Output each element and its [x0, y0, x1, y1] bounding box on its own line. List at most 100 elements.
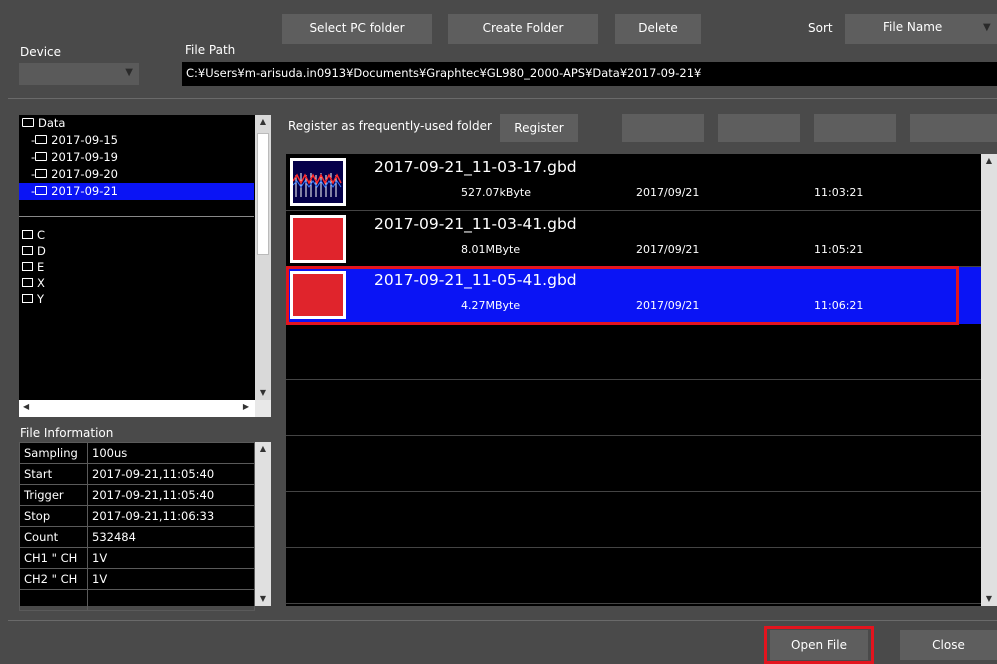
device-select[interactable]: ▼ [19, 63, 139, 85]
file-info-title: File Information [20, 426, 114, 440]
file-list-scrollbar[interactable]: ▲ ▼ [981, 154, 997, 606]
scroll-corner [255, 400, 271, 417]
create-folder-button[interactable]: Create Folder [448, 14, 598, 44]
folder-icon [35, 135, 48, 144]
drive-item-d[interactable]: D [19, 243, 254, 259]
scroll-up-icon[interactable]: ▲ [255, 442, 271, 456]
selection-highlight-box [286, 266, 959, 325]
register-label: Register as frequently-used folder [288, 119, 492, 133]
info-row: Sampling 100us [19, 442, 255, 464]
drive-icon [22, 246, 33, 255]
file-name: 2017-09-21_11-03-17.gbd [374, 158, 577, 176]
folder-icon [35, 152, 48, 161]
file-date: 2017/09/21 [636, 186, 700, 199]
empty-row [286, 548, 981, 604]
tree-vertical-scrollbar[interactable]: ▲ ▼ [255, 115, 271, 400]
scroll-up-icon[interactable]: ▲ [255, 115, 271, 129]
drive-icon [22, 278, 33, 287]
open-file-highlight-box [764, 626, 874, 664]
scroll-up-icon[interactable]: ▲ [981, 154, 997, 168]
info-value: 1V [87, 568, 255, 590]
file-date: 2017/09/21 [636, 243, 700, 256]
info-vertical-scrollbar[interactable]: ▲ ▼ [255, 442, 271, 606]
drive-item-e[interactable]: E [19, 259, 254, 275]
chevron-down-icon: ▼ [125, 67, 133, 78]
frequent-folder-slot[interactable] [814, 114, 896, 142]
file-row[interactable]: 2017-09-21_11-03-17.gbd 527.07kByte 2017… [286, 154, 981, 211]
info-value: 2017-09-21,11:06:33 [87, 505, 255, 527]
tree-folder-label: 2017-09-21 [51, 184, 118, 198]
info-value [87, 589, 255, 611]
scroll-thumb[interactable] [257, 133, 269, 255]
tree-folder[interactable]: -2017-09-20 [19, 166, 254, 183]
sort-label: Sort [808, 21, 833, 35]
drive-item-y[interactable]: Y [19, 291, 254, 307]
drive-label: D [37, 244, 46, 258]
footer-separator [8, 620, 997, 621]
scroll-down-icon[interactable]: ▼ [981, 592, 997, 606]
file-thumbnail [290, 215, 346, 263]
drive-label: C [37, 228, 46, 242]
close-button[interactable]: Close [900, 630, 997, 660]
info-value: 532484 [87, 526, 255, 548]
info-key: Start [19, 463, 88, 485]
empty-row [286, 380, 981, 436]
sort-select[interactable]: File Name ▼ [845, 14, 997, 44]
file-name: 2017-09-21_11-03-41.gbd [374, 215, 577, 233]
device-label: Device [20, 45, 62, 59]
frequent-folder-slot[interactable] [622, 114, 704, 142]
drive-label: Y [37, 292, 45, 306]
info-row: Start 2017-09-21,11:05:40 [19, 463, 255, 485]
empty-row [286, 492, 981, 548]
drive-icon [22, 230, 33, 239]
info-value: 2017-09-21,11:05:40 [87, 463, 255, 485]
file-size: 527.07kByte [461, 186, 531, 199]
tree-folder[interactable]: -2017-09-19 [19, 149, 254, 166]
delete-button[interactable]: Delete [615, 14, 701, 44]
folder-tree[interactable]: Data -2017-09-15 -2017-09-19 -2017-09-20… [19, 115, 271, 417]
frequent-folder-slot[interactable] [910, 114, 997, 142]
tree-root[interactable]: Data [19, 115, 254, 132]
drive-icon [22, 262, 33, 271]
tree-root-label: Data [38, 116, 66, 130]
tree-folder-selected[interactable]: -2017-09-21 [19, 183, 254, 200]
waveform-icon [293, 173, 342, 197]
info-key: Sampling [19, 442, 88, 464]
scroll-down-icon[interactable]: ▼ [255, 386, 271, 400]
info-row: CH1 " CH 1V [19, 547, 255, 569]
file-time: 11:05:21 [814, 243, 864, 256]
folder-icon [22, 118, 34, 127]
folder-icon [35, 169, 48, 178]
tree-folder-label: 2017-09-20 [51, 167, 118, 181]
file-size: 8.01MByte [461, 243, 521, 256]
tree-divider [19, 216, 254, 217]
info-key: Count [19, 526, 88, 548]
frequent-folder-slot[interactable] [718, 114, 800, 142]
file-time: 11:03:21 [814, 186, 864, 199]
register-button[interactable]: Register [500, 114, 578, 142]
info-row: Trigger 2017-09-21,11:05:40 [19, 484, 255, 506]
info-value: 1V [87, 547, 255, 569]
select-pc-folder-button[interactable]: Select PC folder [282, 14, 432, 44]
info-value: 2017-09-21,11:05:40 [87, 484, 255, 506]
file-list[interactable]: 2017-09-21_11-03-17.gbd 527.07kByte 2017… [286, 154, 997, 606]
info-value: 100us [87, 442, 255, 464]
drive-item-x[interactable]: X [19, 275, 254, 291]
tree-folder[interactable]: -2017-09-15 [19, 132, 254, 149]
scroll-left-icon[interactable]: ◀ [23, 402, 29, 411]
drive-icon [22, 294, 33, 303]
scroll-right-icon[interactable]: ▶ [243, 402, 249, 411]
file-row[interactable]: 2017-09-21_11-03-41.gbd 8.01MByte 2017/0… [286, 211, 981, 267]
file-path-field[interactable]: C:¥Users¥m-arisuda.in0913¥Documents¥Grap… [182, 62, 997, 86]
empty-row [286, 324, 981, 380]
file-path-label: File Path [185, 43, 236, 57]
scroll-down-icon[interactable]: ▼ [255, 592, 271, 606]
file-info-panel: Sampling 100us Start 2017-09-21,11:05:40 T… [19, 442, 271, 611]
info-row: Count 532484 [19, 526, 255, 548]
tree-folder-label: 2017-09-15 [51, 133, 118, 147]
info-key: CH1 " CH [19, 547, 88, 569]
drive-item-c[interactable]: C [19, 227, 254, 243]
sort-select-value: File Name [883, 20, 943, 34]
info-key: Trigger [19, 484, 88, 506]
tree-horizontal-scrollbar[interactable]: ◀ ▶ [19, 400, 255, 417]
